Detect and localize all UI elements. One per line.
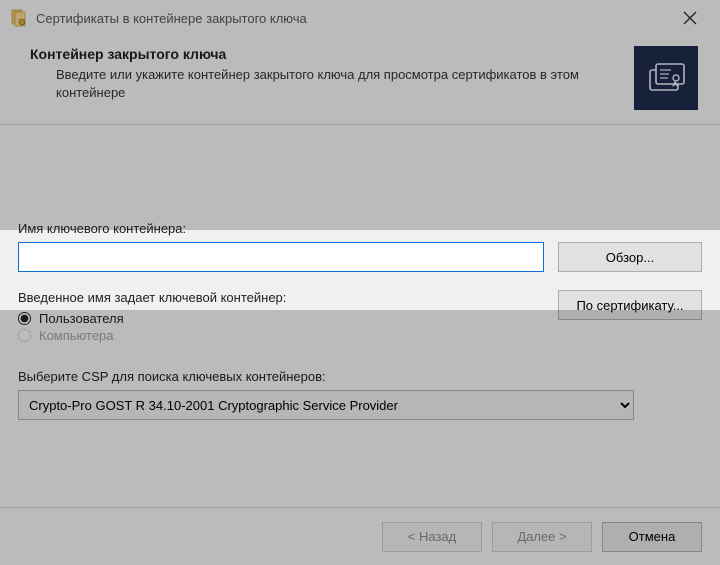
header-title: Контейнер закрытого ключа: [30, 46, 634, 62]
next-button: Далее >: [492, 522, 592, 552]
window-title: Сертификаты в контейнере закрытого ключа: [36, 11, 670, 26]
radio-user-input[interactable]: [18, 312, 31, 325]
browse-button[interactable]: Обзор...: [558, 242, 702, 272]
radio-computer-input: [18, 329, 31, 342]
cancel-button[interactable]: Отмена: [602, 522, 702, 552]
certificate-icon: [634, 46, 698, 110]
back-button: < Назад: [382, 522, 482, 552]
container-name-label: Имя ключевого контейнера:: [18, 221, 702, 236]
scope-heading: Введенное имя задает ключевой контейнер:: [18, 290, 558, 305]
header-description: Введите или укажите контейнер закрытого …: [30, 66, 634, 102]
container-name-input[interactable]: [18, 242, 544, 272]
by-certificate-button[interactable]: По сертификату...: [558, 290, 702, 320]
wizard-footer: < Назад Далее > Отмена: [0, 507, 720, 565]
app-icon: [10, 9, 28, 27]
close-icon[interactable]: [670, 0, 710, 36]
csp-label: Выберите CSP для поиска ключевых контейн…: [18, 369, 702, 384]
radio-computer: Компьютера: [18, 328, 558, 343]
header-band: Контейнер закрытого ключа Введите или ук…: [0, 36, 720, 125]
radio-computer-label: Компьютера: [39, 328, 114, 343]
title-bar: Сертификаты в контейнере закрытого ключа: [0, 0, 720, 36]
radio-user-label: Пользователя: [39, 311, 124, 326]
radio-user[interactable]: Пользователя: [18, 311, 558, 326]
csp-select[interactable]: Crypto-Pro GOST R 34.10-2001 Cryptograph…: [18, 390, 634, 420]
